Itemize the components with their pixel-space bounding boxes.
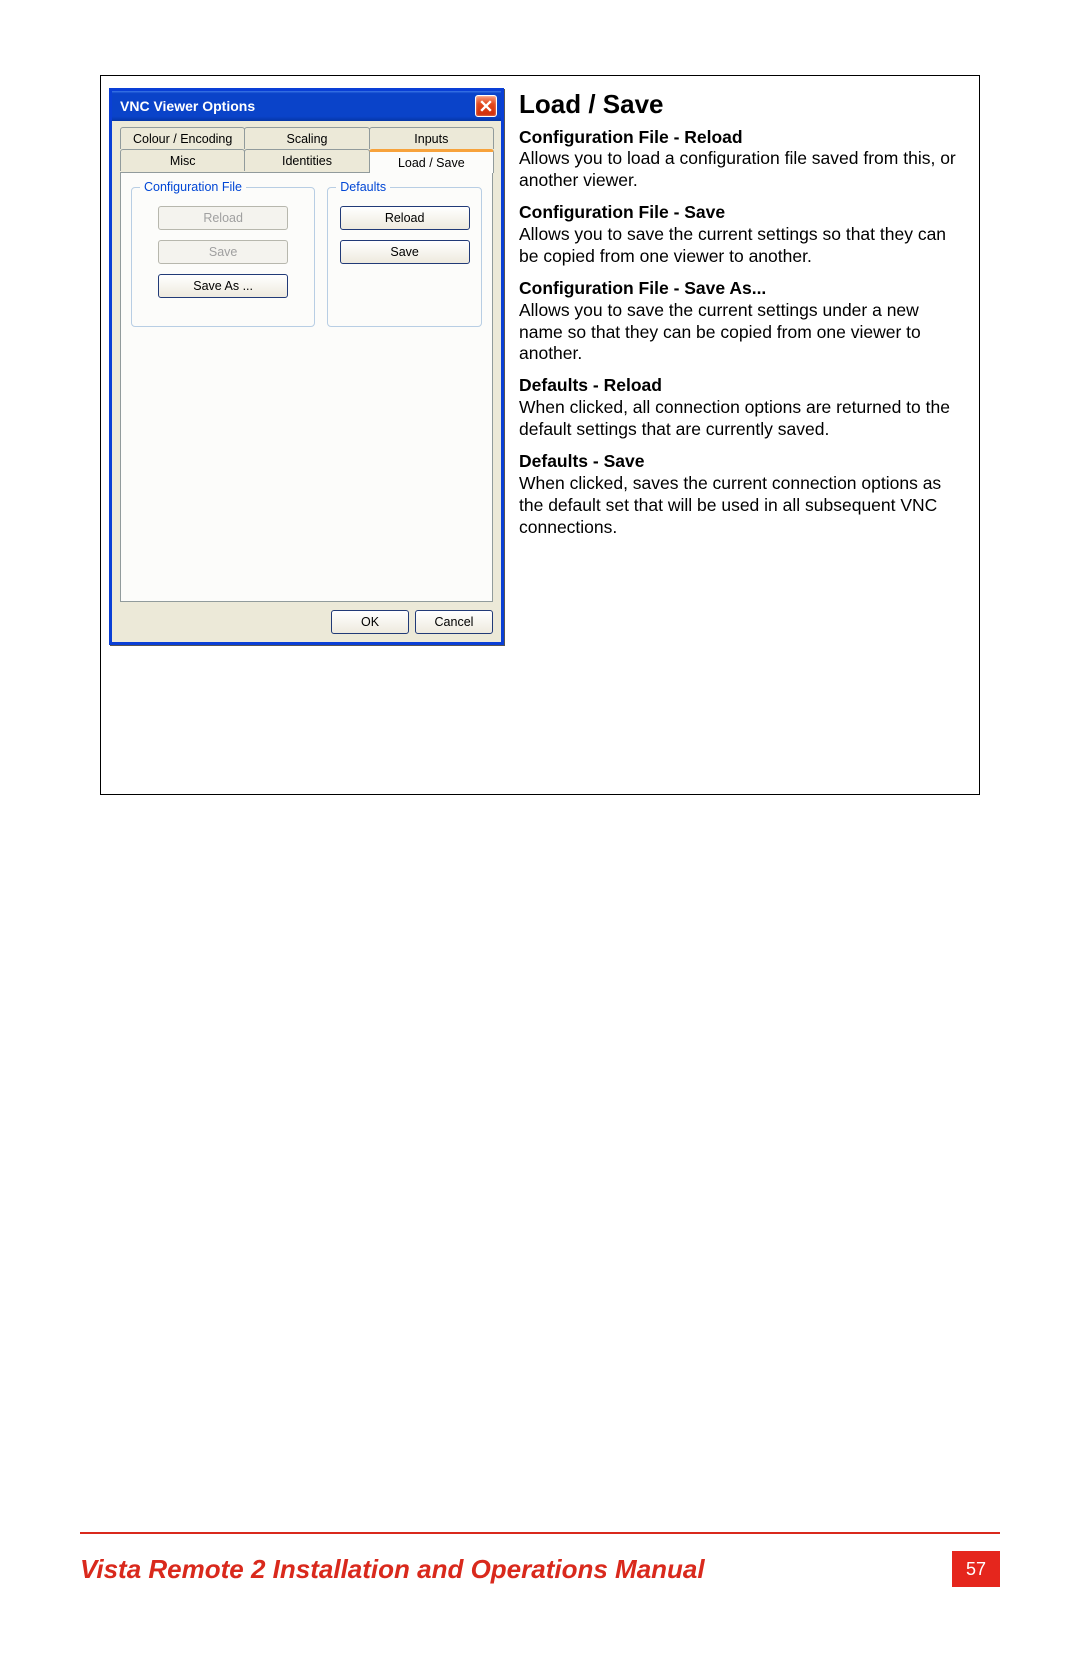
tab-load-save[interactable]: Load / Save (369, 149, 494, 173)
config-reload-button[interactable]: Reload (158, 206, 288, 230)
groupbox-configuration-file: Configuration File Reload Save Save As .… (131, 187, 315, 327)
desc-body: Allows you to save the current settings … (519, 224, 965, 268)
defaults-save-button[interactable]: Save (340, 240, 470, 264)
section-heading: Load / Save (519, 88, 965, 121)
page-footer: Vista Remote 2 Installation and Operatio… (80, 1551, 1000, 1587)
desc-label: Configuration File - Reload (519, 127, 965, 149)
groupbox-defaults: Defaults Reload Save (327, 187, 482, 327)
desc-block: Defaults - Reload When clicked, all conn… (519, 375, 965, 441)
window-title: VNC Viewer Options (120, 98, 255, 114)
desc-label: Configuration File - Save As... (519, 278, 965, 300)
dialog-actions: OK Cancel (120, 610, 493, 634)
close-icon[interactable] (475, 95, 497, 117)
window-body: Colour / Encoding Scaling Inputs Misc Id… (112, 121, 501, 642)
tab-identities[interactable]: Identities (244, 149, 369, 171)
window-titlebar[interactable]: VNC Viewer Options (112, 91, 501, 121)
tab-misc[interactable]: Misc (120, 149, 245, 171)
desc-block: Configuration File - Save Allows you to … (519, 202, 965, 268)
group-legend-config: Configuration File (140, 180, 246, 194)
tab-inputs[interactable]: Inputs (369, 127, 494, 149)
config-save-as-button[interactable]: Save As ... (158, 274, 288, 298)
desc-block: Configuration File - Reload Allows you t… (519, 127, 965, 193)
config-save-button[interactable]: Save (158, 240, 288, 264)
footer-rule (80, 1532, 1000, 1534)
desc-label: Defaults - Save (519, 451, 965, 473)
desc-block: Defaults - Save When clicked, saves the … (519, 451, 965, 539)
screenshot-column: VNC Viewer Options Colour / Encoding Sca… (101, 76, 511, 794)
vnc-options-window: VNC Viewer Options Colour / Encoding Sca… (109, 88, 504, 645)
group-legend-defaults: Defaults (336, 180, 390, 194)
description-column: Load / Save Configuration File - Reload … (511, 76, 979, 794)
content-frame: VNC Viewer Options Colour / Encoding Sca… (100, 75, 980, 795)
tab-colour-encoding[interactable]: Colour / Encoding (120, 127, 245, 149)
page-number-badge: 57 (952, 1551, 1000, 1587)
tab-strip: Colour / Encoding Scaling Inputs Misc Id… (120, 127, 493, 172)
desc-body: When clicked, saves the current connecti… (519, 473, 965, 539)
desc-block: Configuration File - Save As... Allows y… (519, 278, 965, 366)
tab-scaling[interactable]: Scaling (244, 127, 369, 149)
ok-button[interactable]: OK (331, 610, 409, 634)
manual-title: Vista Remote 2 Installation and Operatio… (80, 1554, 952, 1585)
desc-body: Allows you to save the current settings … (519, 300, 965, 366)
tab-panel-load-save: Configuration File Reload Save Save As .… (120, 172, 493, 602)
desc-body: When clicked, all connection options are… (519, 397, 965, 441)
desc-body: Allows you to load a configuration file … (519, 148, 965, 192)
desc-label: Defaults - Reload (519, 375, 965, 397)
cancel-button[interactable]: Cancel (415, 610, 493, 634)
defaults-reload-button[interactable]: Reload (340, 206, 470, 230)
desc-label: Configuration File - Save (519, 202, 965, 224)
